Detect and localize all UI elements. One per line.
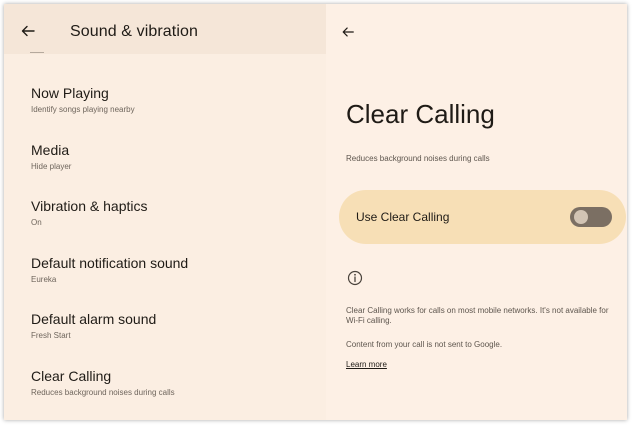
- item-subtitle: Fresh Start: [31, 331, 71, 340]
- use-clear-calling-toggle-card[interactable]: Use Clear Calling: [339, 190, 626, 244]
- item-subtitle: On: [31, 218, 42, 227]
- settings-list-pane: Sound & vibration Now Playing Identify s…: [4, 4, 326, 420]
- list-item-media[interactable]: Media Hide player: [4, 141, 326, 191]
- item-title: Default notification sound: [31, 255, 189, 271]
- scrolled-item-fragment: [30, 52, 44, 55]
- info-text: Clear Calling works for calls on most mo…: [346, 306, 609, 325]
- detail-description: Reduces background noises during calls: [346, 154, 490, 163]
- arrow-back-icon: [342, 27, 354, 37]
- info-icon: [347, 270, 363, 286]
- switch-knob: [574, 210, 588, 224]
- detail-back-button[interactable]: [334, 18, 362, 46]
- detail-title: Clear Calling: [346, 99, 495, 129]
- list-item-clear-calling[interactable]: Clear Calling Reduces background noises …: [4, 367, 326, 417]
- item-subtitle: Identify songs playing nearby: [31, 105, 135, 114]
- item-subtitle: Eureka: [31, 275, 57, 284]
- item-title: Vibration & haptics: [31, 198, 148, 214]
- list-item-now-playing[interactable]: Now Playing Identify songs playing nearb…: [4, 84, 326, 134]
- item-title: Clear Calling: [31, 368, 112, 384]
- item-subtitle: Reduces background noises during calls: [31, 388, 175, 397]
- list-item-default-alarm-sound[interactable]: Default alarm sound Fresh Start: [4, 310, 326, 360]
- list-item-vibration-haptics[interactable]: Vibration & haptics On: [4, 197, 326, 247]
- privacy-text: Content from your call is not sent to Go…: [346, 340, 503, 349]
- clear-calling-switch[interactable]: [570, 207, 612, 227]
- item-subtitle: Hide player: [31, 162, 72, 171]
- toggle-label: Use Clear Calling: [356, 210, 450, 224]
- item-title: Media: [31, 142, 70, 158]
- learn-more-link[interactable]: Learn more: [346, 360, 387, 369]
- back-button[interactable]: [14, 17, 42, 45]
- left-header: Sound & vibration: [4, 4, 326, 54]
- list-item-default-notification-sound[interactable]: Default notification sound Eureka: [4, 254, 326, 304]
- item-title: Default alarm sound: [31, 311, 157, 327]
- page-title: Sound & vibration: [70, 23, 199, 40]
- arrow-back-icon: [21, 25, 35, 37]
- settings-window: Sound & vibration Now Playing Identify s…: [4, 4, 627, 420]
- clear-calling-detail-pane: Clear Calling Reduces background noises …: [326, 4, 627, 420]
- item-title: Now Playing: [31, 85, 109, 101]
